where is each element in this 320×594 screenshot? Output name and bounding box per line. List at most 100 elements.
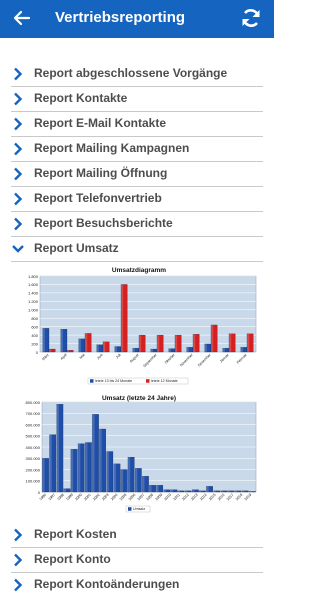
x-tick-label: 2011 [173,493,181,501]
bar-highlight [150,349,153,352]
y-tick-label: 600 [31,324,38,329]
report-item-label: Report Mailing Kampagnen [34,141,190,155]
report-item-label: Report Umsatz [34,241,119,255]
chevron-right-icon [14,528,23,542]
bar-highlight [49,349,52,352]
bar-highlight [213,490,216,492]
chart-legend: Umsatz [125,505,151,513]
bar-highlight [85,442,88,492]
chevron-right-icon [14,578,23,592]
bar-highlight [240,347,243,352]
bar-highlight [85,333,88,352]
bar-highlight [242,490,245,492]
bar-highlight [249,491,252,492]
x-tick-label: Oktober [164,352,176,364]
bar-highlight [163,489,166,492]
x-tick-label: 2018 [235,493,243,501]
report-item[interactable]: Report Mailing Kampagnen [11,137,263,162]
x-tick-label: 2012 [181,493,189,501]
bar-highlight [96,344,99,352]
bar-highlight [149,485,152,492]
x-tick-label: Dezember [197,352,212,367]
report-item[interactable]: Report Kontoänderungen [11,573,263,594]
x-tick-label: 2017 [226,493,234,501]
x-tick-label: 2010 [164,493,172,501]
x-tick-label: 2015 [208,493,216,501]
report-item[interactable]: Report Kosten [11,523,263,548]
bar-highlight [78,338,81,352]
x-tick-label: 1999 [65,493,73,501]
bar-highlight [60,329,63,352]
legend-swatch [128,507,132,511]
y-tick-label: 400 [31,333,38,338]
x-tick-label: 2006 [128,493,136,501]
chevron-right-icon [14,217,23,231]
bar-highlight [78,443,81,492]
y-tick-label: 1.200 [28,299,39,304]
chart-title: Umsatz (letzte 24 Jahre) [102,395,176,402]
bar-highlight [199,490,202,492]
y-tick-label: 0 [38,490,41,495]
bar-highlight [186,347,189,352]
y-tick-label: 800 [31,316,38,321]
report-item[interactable]: Report abgeschlossene Vorgänge [11,62,263,87]
bar-highlight [220,490,223,492]
x-tick-label: November [179,352,194,367]
report-item[interactable]: Report Besuchsberichte [11,212,263,237]
bar-highlight [139,335,142,352]
bar-highlight [103,341,106,352]
report-item[interactable]: Report Kontakte [11,87,263,112]
y-tick-label: 200.000 [26,467,41,472]
chevron-right-icon [14,92,23,106]
report-item-label: Report Mailing Öffnung [34,166,168,180]
report-item[interactable]: Report Umsatz [11,237,263,262]
report-item[interactable]: Report Mailing Öffnung [11,162,263,187]
chevron-right-icon [14,67,23,81]
bar-highlight [142,476,145,492]
legend-swatch [90,379,94,383]
bar-highlight [157,335,160,352]
y-tick-label: 0 [36,350,39,355]
x-tick-label: Mai [79,353,86,360]
bar-highlight [56,404,59,492]
report-item-label: Report Besuchsberichte [34,216,173,230]
bar-highlight [42,328,45,352]
bar-highlight [127,457,131,492]
x-tick-label: 2014 [199,493,207,501]
report-item[interactable]: Report Telefonvertrieb [11,187,263,212]
x-tick-label: 2004 [110,493,118,501]
report-item[interactable]: Report E-Mail Kontakte [11,112,263,137]
x-tick-label: April [60,353,68,361]
bar-highlight [206,486,209,492]
bar-highlight [185,490,188,492]
y-tick-label: 500.000 [26,434,41,439]
bar-highlight [193,334,196,352]
bar-highlight [192,489,195,492]
x-tick-label: Januar [219,352,230,363]
arrow-left-icon[interactable] [12,8,32,28]
bar-highlight [229,333,232,352]
report-item-label: Report Kontakte [34,91,128,105]
bar-highlight [92,414,95,492]
bar-highlight [204,343,207,352]
refresh-icon[interactable] [240,7,262,29]
y-tick-label: 800.000 [26,400,41,405]
x-tick-label: 2001 [83,493,91,501]
app-bar: Vertriebsreporting [0,0,274,38]
chevron-down-icon [12,245,24,253]
x-tick-label: Juni [96,353,104,361]
bar-highlight [113,463,116,492]
bar-highlight [156,485,159,492]
report-item-label: Report Kosten [34,527,117,541]
x-tick-label: 2005 [119,493,127,501]
report-item[interactable]: Report Konto [11,548,263,573]
bar-highlight [170,489,174,492]
x-tick-label: 2007 [137,493,145,501]
y-tick-label: 300.000 [26,456,41,461]
bar-highlight [247,333,250,352]
x-tick-label: 2008 [146,493,154,501]
bar-highlight [42,458,45,492]
report-item-label: Report abgeschlossene Vorgänge [34,66,228,80]
x-tick-label: 2003 [101,493,109,501]
x-tick-label: 2002 [92,493,100,501]
